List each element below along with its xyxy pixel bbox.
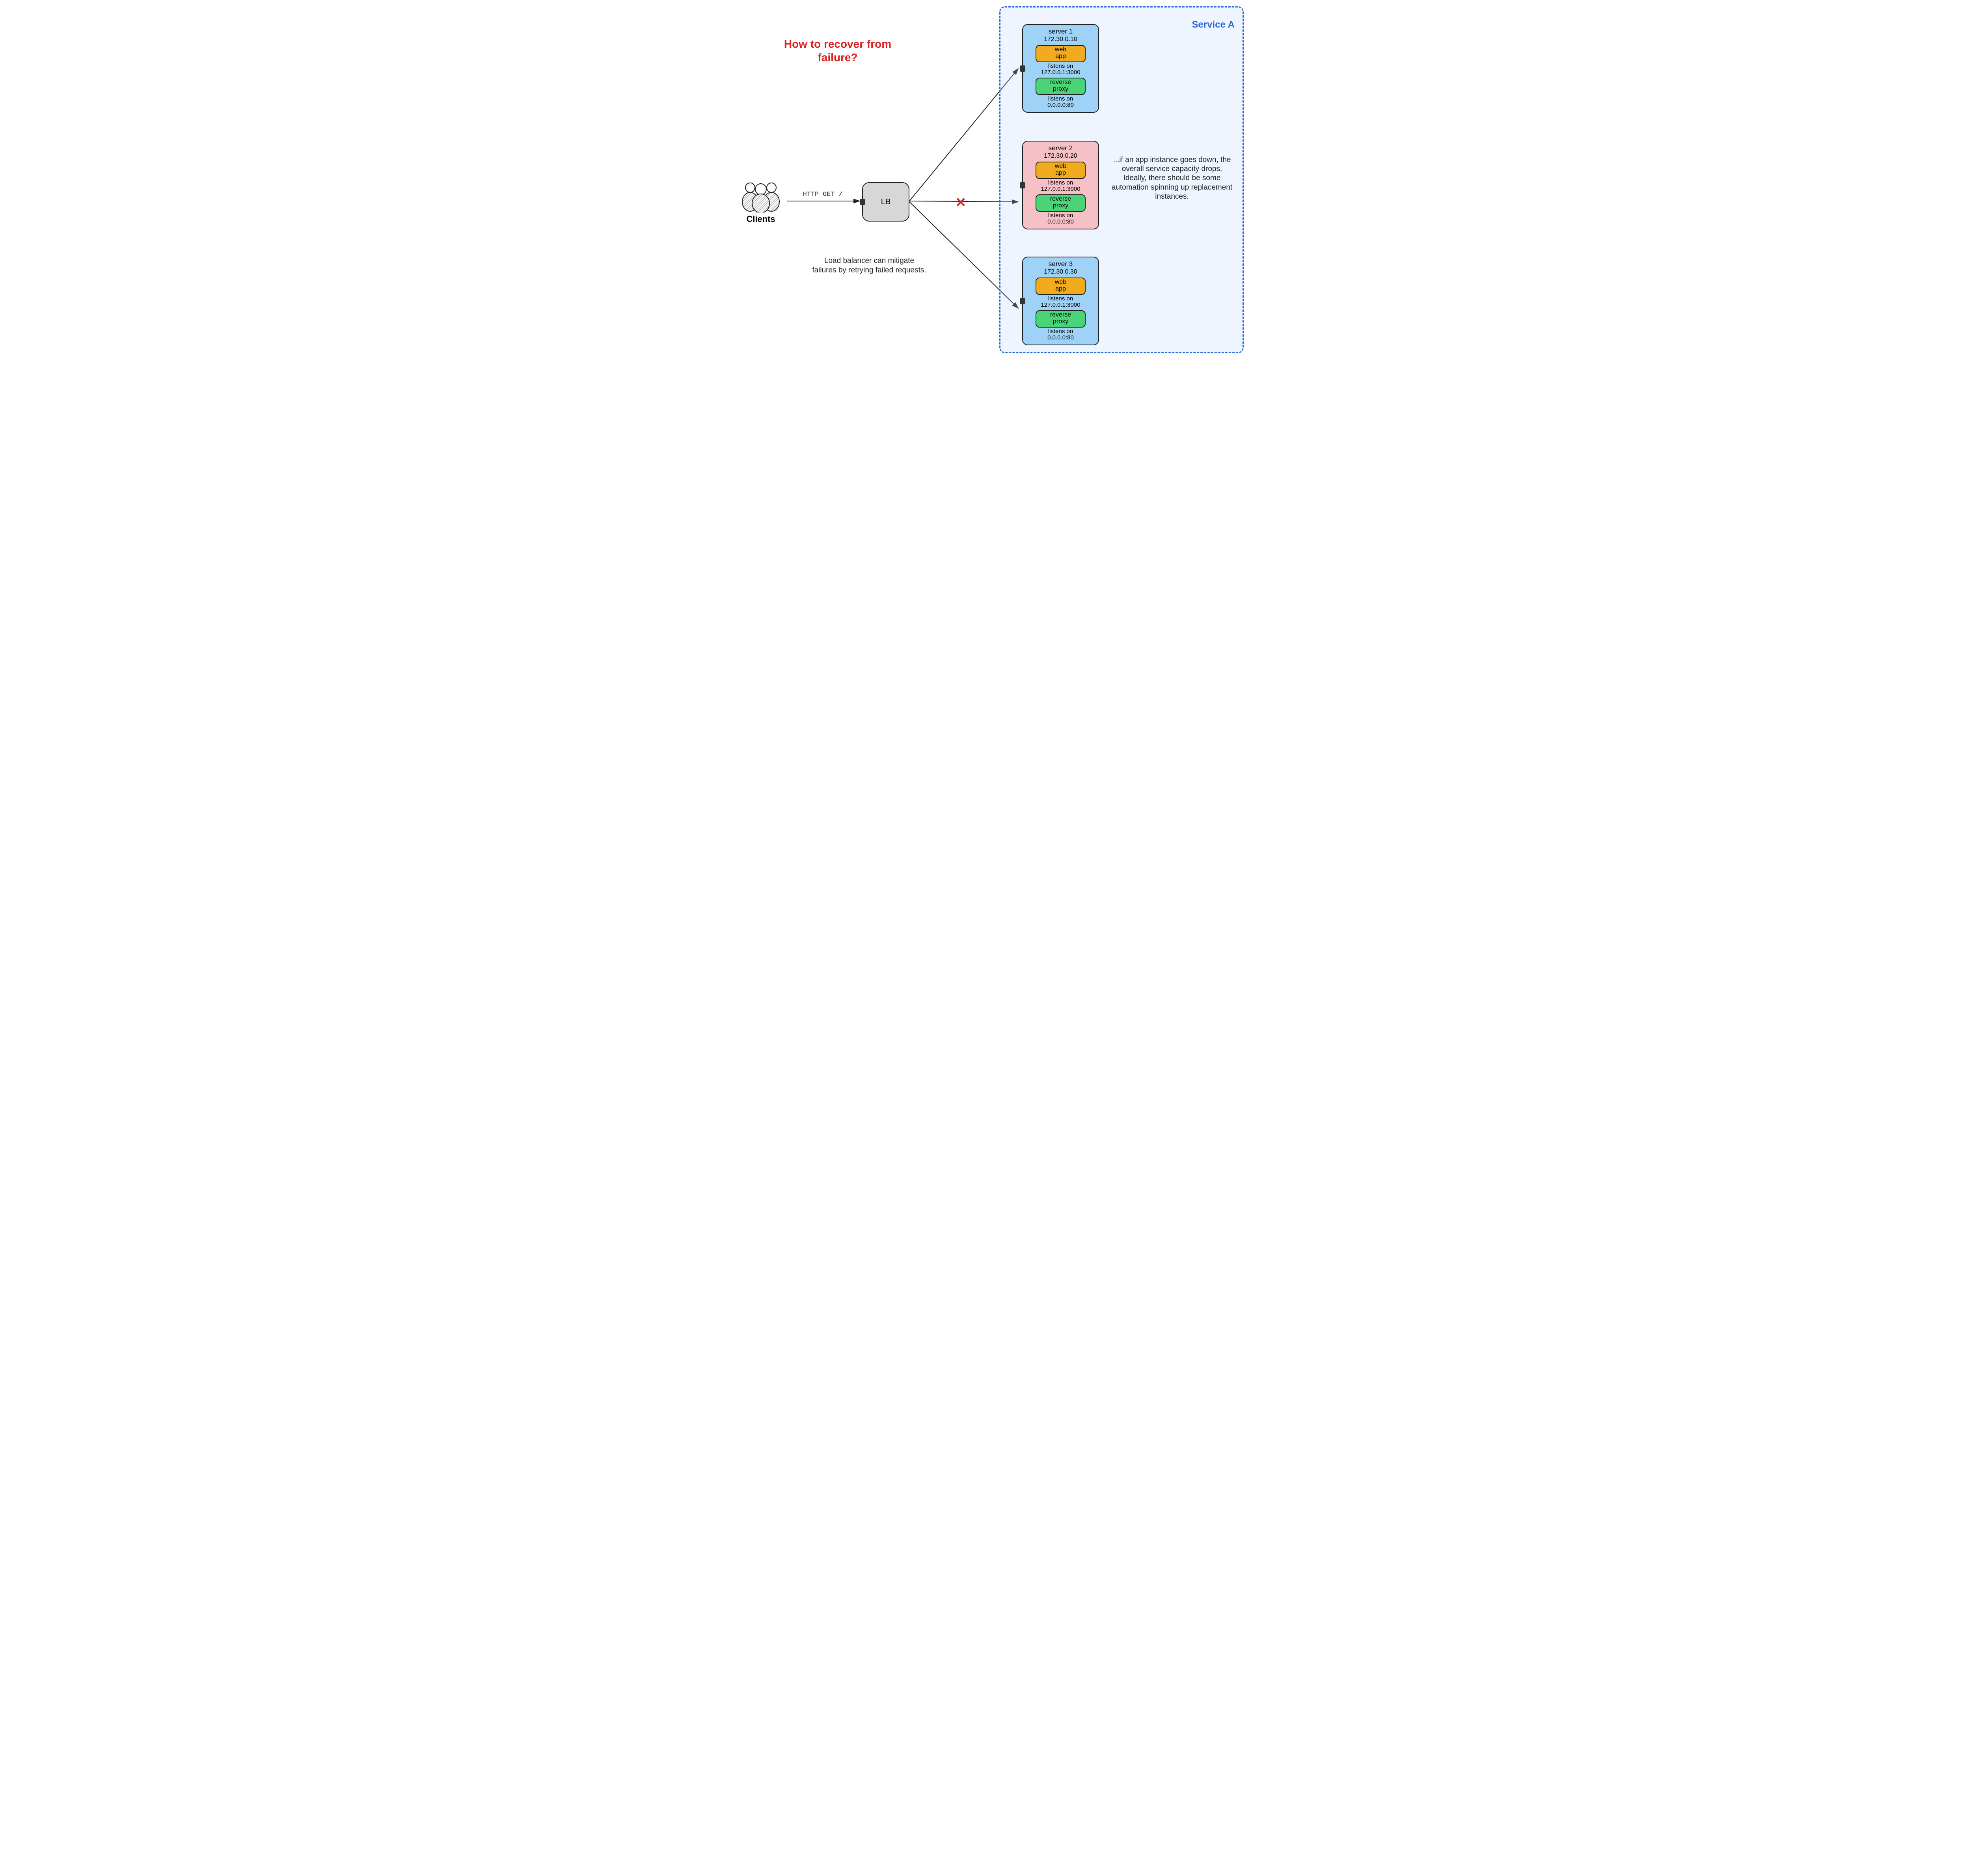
web-bind-addr: 127.0.0.1:3000 <box>1027 69 1094 76</box>
proxy-label-2: proxy <box>1036 86 1085 93</box>
reverse-proxy-box: reverse proxy <box>1036 310 1086 328</box>
proxy-listen-label: listens on 0.0.0.0:80 <box>1027 328 1094 341</box>
web-listen-label: listens on 127.0.0.1:3000 <box>1027 296 1094 308</box>
web-label-1: web <box>1036 47 1085 53</box>
web-label-2: app <box>1036 170 1085 177</box>
proxy-label-1: reverse <box>1036 312 1085 319</box>
web-listen-label: listens on 127.0.0.1:3000 <box>1027 63 1094 76</box>
proxy-label-2: proxy <box>1036 319 1085 325</box>
listens-on-text: listens on <box>1027 296 1094 302</box>
clients-icon <box>739 179 782 212</box>
service-a-container: Service A server 1 172.30.0.10 web app l… <box>999 6 1244 353</box>
web-bind-addr: 127.0.0.1:3000 <box>1027 302 1094 308</box>
web-app-box: web app <box>1036 45 1086 62</box>
proxy-label-2: proxy <box>1036 203 1085 209</box>
reverse-proxy-box: reverse proxy <box>1036 78 1086 95</box>
server-3-card: server 3 172.30.0.30 web app listens on … <box>1022 257 1099 345</box>
web-app-box: web app <box>1036 278 1086 295</box>
proxy-label-1: reverse <box>1036 79 1085 86</box>
http-get-label: HTTP GET / <box>803 191 843 198</box>
title-question: How to recover from failure? <box>782 37 893 64</box>
web-label-1: web <box>1036 279 1085 286</box>
server-port-icon <box>1020 182 1025 188</box>
load-balancer-box: LB <box>862 182 909 222</box>
listens-on-text: listens on <box>1027 63 1094 69</box>
server-port-icon <box>1020 298 1025 304</box>
listens-on-text: listens on <box>1027 328 1094 335</box>
lb-port-icon <box>860 199 865 205</box>
service-a-label: Service A <box>1192 19 1235 30</box>
server-ip: 172.30.0.30 <box>1027 268 1094 276</box>
proxy-listen-label: listens on 0.0.0.0:80 <box>1027 96 1094 108</box>
clients-block: Clients <box>735 179 786 224</box>
web-bind-addr: 127.0.0.1:3000 <box>1027 186 1094 192</box>
web-app-box: web app <box>1036 162 1086 179</box>
server-title: server 2 <box>1027 145 1094 152</box>
server-title: server 3 <box>1027 261 1094 268</box>
lb-label: LB <box>881 197 890 207</box>
proxy-label-1: reverse <box>1036 196 1085 203</box>
clients-label: Clients <box>735 214 786 224</box>
web-label-2: app <box>1036 53 1085 60</box>
server-ip: 172.30.0.20 <box>1027 153 1094 160</box>
web-listen-label: listens on 127.0.0.1:3000 <box>1027 180 1094 192</box>
listens-on-text: listens on <box>1027 212 1094 219</box>
server-2-card: server 2 172.30.0.20 web app listens on … <box>1022 141 1099 229</box>
failure-x-icon: ✕ <box>955 195 967 211</box>
server-1-card: server 1 172.30.0.10 web app listens on … <box>1022 24 1099 113</box>
reverse-proxy-box: reverse proxy <box>1036 194 1086 212</box>
listens-on-text: listens on <box>1027 96 1094 102</box>
proxy-bind-addr: 0.0.0.0:80 <box>1027 335 1094 341</box>
listens-on-text: listens on <box>1027 180 1094 186</box>
server-ip: 172.30.0.10 <box>1027 36 1094 43</box>
server-title: server 1 <box>1027 28 1094 35</box>
automation-note: ...if an app instance goes down, the ove… <box>1111 155 1233 201</box>
proxy-listen-label: listens on 0.0.0.0:80 <box>1027 212 1094 225</box>
web-label-1: web <box>1036 163 1085 170</box>
server-port-icon <box>1020 65 1025 72</box>
web-label-2: app <box>1036 286 1085 292</box>
proxy-bind-addr: 0.0.0.0:80 <box>1027 219 1094 225</box>
lb-retry-note: Load balancer can mitigate failures by r… <box>812 256 926 275</box>
proxy-bind-addr: 0.0.0.0:80 <box>1027 102 1094 108</box>
